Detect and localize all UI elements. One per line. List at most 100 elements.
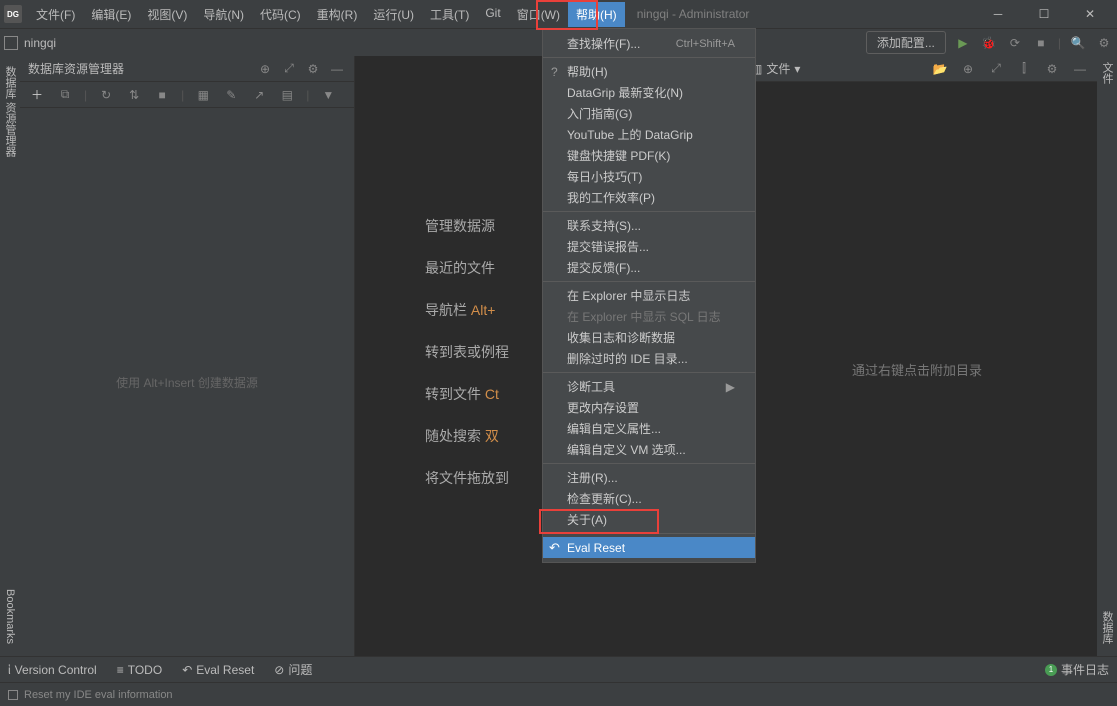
project-icon — [4, 36, 18, 50]
stop2-icon[interactable]: ■ — [153, 86, 171, 104]
database-explorer-empty: 使用 Alt+Insert 创建数据源 — [20, 108, 354, 656]
menu-tools[interactable]: 工具(T) — [422, 2, 477, 27]
bb-todo[interactable]: ≡TODO — [117, 663, 162, 677]
right-tool-stripe: 文件 数据库 — [1097, 56, 1117, 656]
console-icon[interactable]: ▤ — [278, 86, 296, 104]
notification-badge: 1 — [1045, 664, 1057, 676]
dd-feedback[interactable]: 提交反馈(F)... — [543, 257, 755, 278]
dd-help[interactable]: ?帮助(H) — [543, 61, 755, 82]
bottom-toolbar: ἱVersion Control ≡TODO ↶Eval Reset ⊘问题 1… — [0, 656, 1117, 682]
menu-view[interactable]: 视图(V) — [139, 2, 195, 27]
left-tab-database-explorer[interactable]: 数据库 资源管理器 — [0, 60, 20, 163]
window-title: ningqi - Administrator — [637, 7, 750, 21]
dd-whatsnew[interactable]: DataGrip 最新变化(N) — [543, 82, 755, 103]
menu-git[interactable]: Git — [477, 2, 508, 27]
debug-icon[interactable]: 🐞 — [980, 34, 998, 52]
list-icon: ≡ — [117, 663, 124, 677]
undo2-icon: ↶ — [549, 540, 560, 556]
add-configuration-button[interactable]: 添加配置... — [866, 31, 946, 54]
close-button[interactable]: ✕ — [1067, 0, 1113, 28]
maximize-button[interactable]: ☐ — [1021, 0, 1067, 28]
dd-submit-bug[interactable]: 提交错误报告... — [543, 236, 755, 257]
expand-icon[interactable]: ⤢ — [280, 60, 298, 78]
expand2-icon[interactable]: ⤢ — [987, 60, 1005, 78]
left-tool-stripe: 数据库 资源管理器 Bookmarks — [0, 56, 20, 656]
dd-productivity[interactable]: 我的工作效率(P) — [543, 187, 755, 208]
locate-icon[interactable]: ⊕ — [256, 60, 274, 78]
filter-icon[interactable]: ▼ — [319, 86, 337, 104]
refresh-icon[interactable]: ↻ — [97, 86, 115, 104]
files-panel-empty: 通过右键点击附加目录 — [737, 82, 1097, 656]
dd-register[interactable]: 注册(R)... — [543, 467, 755, 488]
minimize-button[interactable]: ─ — [975, 0, 1021, 28]
menu-navigate[interactable]: 导航(N) — [195, 2, 252, 27]
project-name[interactable]: ningqi — [24, 36, 56, 50]
copy-icon[interactable]: ⧉ — [56, 86, 74, 104]
jump-icon[interactable]: ↗ — [250, 86, 268, 104]
dd-show-log[interactable]: 在 Explorer 中显示日志 — [543, 285, 755, 306]
dd-getting-started[interactable]: 入门指南(G) — [543, 103, 755, 124]
statusbar-icon[interactable] — [8, 690, 18, 700]
dd-show-sql-log: 在 Explorer 中显示 SQL 日志 — [543, 306, 755, 327]
dropdown-icon[interactable]: ▾ — [794, 62, 800, 76]
run-icon[interactable]: ▶ — [954, 34, 972, 52]
files-panel: ▥ 文件 ▾ 📂 ⊕ ⤢ ⫿ ⚙ — 通过右键点击附加目录 — [737, 56, 1097, 656]
right-tab-database[interactable]: 数据库 — [1097, 605, 1117, 650]
split-icon[interactable]: ⫿ — [1015, 60, 1033, 78]
files-tab-label: 文件 — [766, 60, 790, 77]
database-explorer-title: 数据库资源管理器 — [28, 60, 256, 77]
bb-version-control[interactable]: ἱVersion Control — [8, 663, 97, 677]
menubar: 文件(F) 编辑(E) 视图(V) 导航(N) 代码(C) 重构(R) 运行(U… — [28, 2, 625, 27]
menu-help[interactable]: 帮助(H) — [568, 2, 625, 27]
dd-contact-support[interactable]: 联系支持(S)... — [543, 215, 755, 236]
menu-edit[interactable]: 编辑(E) — [83, 2, 139, 27]
statusbar: Reset my IDE eval information — [0, 682, 1117, 706]
dd-about[interactable]: 关于(A) — [543, 509, 755, 530]
dd-find-action[interactable]: 查找操作(F)...Ctrl+Shift+A — [543, 33, 755, 54]
dd-tips[interactable]: 每日小技巧(T) — [543, 166, 755, 187]
dd-keymap[interactable]: 键盘快捷键 PDF(K) — [543, 145, 755, 166]
menu-run[interactable]: 运行(U) — [365, 2, 422, 27]
dd-eval-reset[interactable]: ↶Eval Reset — [543, 537, 755, 558]
left-tab-bookmarks[interactable]: Bookmarks — [2, 583, 18, 650]
menu-file[interactable]: 文件(F) — [28, 2, 83, 27]
table-icon[interactable]: ▦ — [194, 86, 212, 104]
bb-problems[interactable]: ⊘问题 — [274, 661, 312, 678]
app-logo: DG — [4, 5, 22, 23]
bb-event-log[interactable]: 1事件日志 — [1045, 661, 1109, 678]
bb-eval-reset[interactable]: ↶Eval Reset — [182, 663, 254, 677]
help-dropdown: 查找操作(F)...Ctrl+Shift+A ?帮助(H) DataGrip 最… — [542, 28, 756, 563]
run2-icon[interactable]: ⟳ — [1006, 34, 1024, 52]
panel-settings-icon[interactable]: ⚙ — [304, 60, 322, 78]
dd-youtube[interactable]: YouTube 上的 DataGrip — [543, 124, 755, 145]
right-tab-files[interactable]: 文件 — [1097, 56, 1117, 90]
menu-window[interactable]: 窗口(W) — [509, 2, 568, 27]
database-explorer-panel: 数据库资源管理器 ⊕ ⤢ ⚙ — ＋ ⧉ | ↻ ⇅ ■ | ▦ ✎ ↗ ▤ |… — [20, 56, 355, 656]
dd-diagnostic-tools[interactable]: 诊断工具▶ — [543, 376, 755, 397]
statusbar-text: Reset my IDE eval information — [24, 689, 173, 701]
menu-refactor[interactable]: 重构(R) — [309, 2, 366, 27]
hide-panel-icon[interactable]: — — [328, 60, 346, 78]
dd-custom-vm[interactable]: 编辑自定义 VM 选项... — [543, 439, 755, 460]
locate2-icon[interactable]: ⊕ — [959, 60, 977, 78]
hide-panel2-icon[interactable]: — — [1071, 60, 1089, 78]
settings-icon[interactable]: ⚙ — [1095, 34, 1113, 52]
dd-collect-logs[interactable]: 收集日志和诊断数据 — [543, 327, 755, 348]
stop-icon[interactable]: ■ — [1032, 34, 1050, 52]
undo-icon: ↶ — [182, 663, 192, 677]
dd-delete-dir[interactable]: 删除过时的 IDE 目录... — [543, 348, 755, 369]
add-icon[interactable]: ＋ — [28, 86, 46, 104]
sync-icon[interactable]: ⇅ — [125, 86, 143, 104]
menu-code[interactable]: 代码(C) — [252, 2, 309, 27]
dd-check-update[interactable]: 检查更新(C)... — [543, 488, 755, 509]
question-icon: ? — [551, 65, 558, 79]
panel2-settings-icon[interactable]: ⚙ — [1043, 60, 1061, 78]
search-icon[interactable]: 🔍 — [1069, 34, 1087, 52]
warning-icon: ⊘ — [274, 663, 284, 677]
submenu-arrow-icon: ▶ — [726, 380, 735, 394]
edit-icon[interactable]: ✎ — [222, 86, 240, 104]
dd-custom-props[interactable]: 编辑自定义属性... — [543, 418, 755, 439]
dd-memory[interactable]: 更改内存设置 — [543, 397, 755, 418]
titlebar: DG 文件(F) 编辑(E) 视图(V) 导航(N) 代码(C) 重构(R) 运… — [0, 0, 1117, 28]
open-icon[interactable]: 📂 — [931, 60, 949, 78]
